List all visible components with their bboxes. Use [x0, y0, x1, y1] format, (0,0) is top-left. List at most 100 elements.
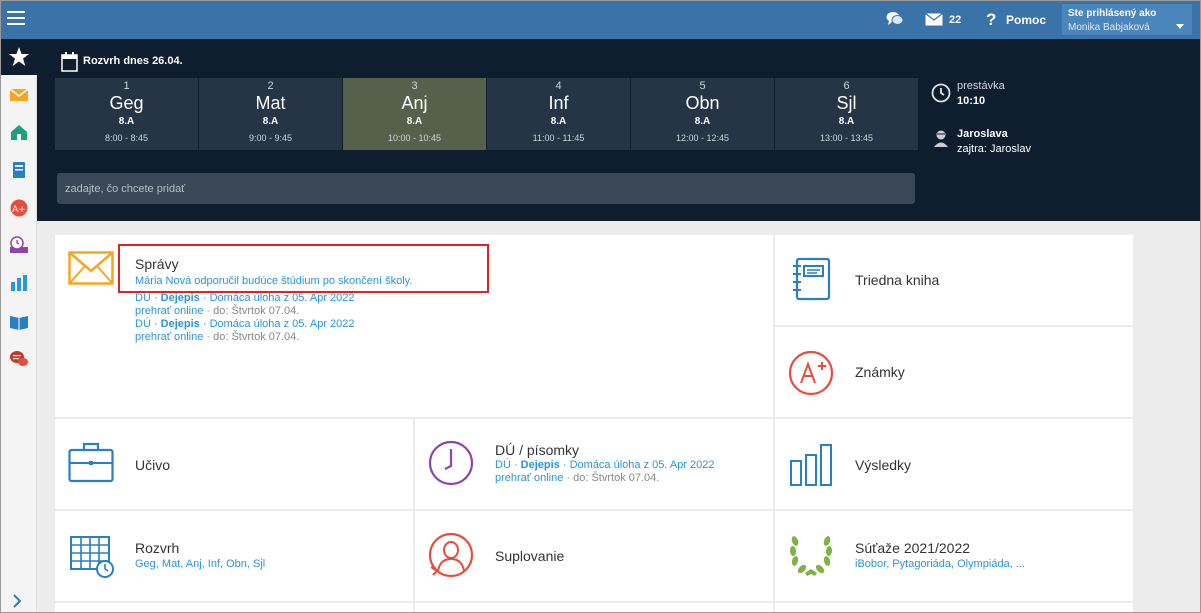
grade-icon — [788, 350, 834, 396]
calendar-icon — [61, 52, 78, 72]
homework-text: · Domáca úloha z 05. Apr 2022 — [199, 318, 355, 330]
card-subtitle: Geg, Mat, Anj, Inf, Obn, Sjl — [135, 558, 266, 570]
user-dropdown[interactable]: Ste prihlásený ako Monika Babjaková — [1062, 4, 1192, 35]
play-online-link[interactable]: prehrať online — [135, 305, 203, 317]
period-time: 8:00 - 8:45 — [104, 133, 149, 143]
sidebar-open-book-icon[interactable] — [9, 311, 29, 331]
homework-subject: Dejepis — [160, 318, 200, 330]
star-icon — [9, 47, 29, 66]
sidebar: A+ — [1, 39, 37, 612]
card-title: Známky — [855, 364, 905, 380]
clock-icon — [931, 83, 951, 103]
period-time: 12:00 - 12:45 — [675, 133, 730, 143]
period-class: 8.A — [118, 116, 135, 127]
sidebar-grades-icon[interactable]: A+ — [9, 198, 29, 218]
mail-icon[interactable] — [925, 13, 943, 26]
class-book-icon — [793, 257, 831, 301]
homework-meta: prehrať online · do: Štvrtok 07.04. — [495, 472, 715, 484]
card-title: Rozvrh — [135, 540, 180, 556]
substitution-icon — [428, 532, 474, 578]
period-subject: Obn — [685, 93, 720, 113]
homework-prefix: DÚ · — [135, 318, 161, 330]
period-time: 13:00 - 13:45 — [819, 133, 874, 143]
period-class: 8.A — [262, 116, 279, 127]
period-subject: Inf — [548, 93, 569, 113]
homework-subject: Dejepis — [520, 459, 560, 471]
sidebar-clock-icon[interactable] — [9, 235, 29, 255]
timetable-icon — [70, 536, 114, 578]
period-6[interactable]: 6 Sjl 8.A 13:00 - 13:45 — [775, 78, 918, 150]
svg-text:A+: A+ — [12, 205, 26, 215]
period-number: 2 — [267, 80, 274, 92]
card-title: DÚ / písomky — [495, 442, 580, 458]
highlight-box — [118, 244, 489, 293]
period-time: 9:00 - 9:45 — [248, 133, 293, 143]
help-icon[interactable]: ? — [986, 10, 996, 30]
homework-prefix: DÚ · — [495, 459, 521, 471]
sidebar-book-icon[interactable] — [9, 160, 29, 180]
card-vysledky[interactable]: Výsledky — [775, 419, 1133, 509]
card-sutaze[interactable]: Súťaže 2021/2022 iBobor, Pytagoriáda, Ol… — [775, 511, 1133, 601]
break-label: prestávka — [957, 80, 1005, 92]
homework-due: · do: Štvrtok 07.04. — [203, 305, 300, 317]
card-title: Výsledky — [855, 457, 912, 473]
chat-icon[interactable] — [886, 11, 904, 27]
period-5[interactable]: 5 Obn 8.A 12:00 - 12:45 — [631, 78, 774, 150]
menu-icon[interactable] — [7, 11, 25, 27]
homework-text: · Domáca úloha z 05. Apr 2022 — [199, 292, 355, 304]
chevron-right-icon[interactable] — [10, 593, 24, 609]
name-day-today: Jaroslava — [957, 128, 1008, 140]
help-link[interactable]: Pomoc — [1006, 13, 1046, 27]
period-1[interactable]: 1 Geg 8.A 8:00 - 8:45 — [55, 78, 198, 150]
card-partial — [415, 603, 773, 612]
card-partial — [55, 603, 413, 612]
homework-subject: Dejepis — [160, 292, 200, 304]
card-title: Suplovanie — [495, 548, 565, 564]
break-time: 10:10 — [957, 95, 986, 107]
card-ucivo[interactable]: Učivo — [55, 419, 413, 509]
period-2[interactable]: 2 Mat 8.A 9:00 - 9:45 — [199, 78, 342, 150]
sidebar-discussion-icon[interactable] — [9, 349, 29, 369]
sidebar-chart-icon[interactable] — [9, 273, 29, 293]
card-rozvrh[interactable]: Rozvrh Geg, Mat, Anj, Inf, Obn, Sjl — [55, 511, 413, 601]
period-4[interactable]: 4 Inf 8.A 11:00 - 11:45 — [487, 78, 630, 150]
bar-chart-icon — [790, 444, 832, 486]
schedule-title: Rozvrh dnes 26.04. — [83, 55, 183, 67]
card-spravy[interactable]: Správy Mária Nová odporučil budúce štúdi… — [55, 235, 773, 417]
card-znamky[interactable]: Známky — [775, 327, 1133, 417]
homework-item[interactable]: DÚ · Dejepis · Domáca úloha z 05. Apr 20… — [135, 318, 355, 330]
period-subject: Anj — [401, 93, 428, 113]
logged-as-label: Ste prihlásený ako — [1068, 8, 1157, 19]
homework-text: · Domáca úloha z 05. Apr 2022 — [559, 459, 715, 471]
card-title: Súťaže 2021/2022 — [855, 540, 971, 556]
add-item-input[interactable] — [57, 173, 915, 204]
message-count[interactable]: 22 — [949, 14, 961, 26]
period-number: 3 — [411, 80, 418, 92]
schedule-header: Rozvrh dnes 26.04. 1 Geg 8.A 8:00 - 8:45… — [37, 39, 1200, 221]
card-partial — [775, 603, 1133, 612]
period-number: 1 — [123, 80, 130, 92]
period-class: 8.A — [406, 116, 423, 127]
card-title: Triedna kniha — [855, 272, 940, 288]
period-number: 4 — [555, 80, 562, 92]
period-class: 8.A — [694, 116, 711, 127]
briefcase-icon — [68, 442, 114, 483]
play-online-link[interactable]: prehrať online — [495, 472, 563, 484]
homework-list: DÚ · Dejepis · Domáca úloha z 05. Apr 20… — [135, 292, 355, 343]
sidebar-item-favorites[interactable] — [1, 39, 37, 75]
card-du-pisomky[interactable]: DÚ / písomky DÚ · Dejepis · Domáca úloha… — [415, 419, 773, 509]
homework-item[interactable]: DÚ · Dejepis · Domáca úloha z 05. Apr 20… — [495, 459, 715, 471]
card-suplovanie[interactable]: Suplovanie — [415, 511, 773, 601]
card-subtitle: iBobor, Pytagoriáda, Olympiáda, ... — [855, 558, 1025, 570]
homework-due: · do: Štvrtok 07.04. — [563, 472, 660, 484]
sidebar-home-icon[interactable] — [9, 122, 29, 142]
period-subject: Sjl — [836, 93, 857, 113]
homework-item[interactable]: DÚ · Dejepis · Domáca úloha z 05. Apr 20… — [135, 292, 355, 304]
card-triedna-kniha[interactable]: Triedna kniha — [775, 235, 1133, 325]
period-time: 10:00 - 10:45 — [387, 133, 442, 143]
play-online-link[interactable]: prehrať online — [135, 331, 203, 343]
period-3-current[interactable]: 3 Anj 8.A 10:00 - 10:45 — [343, 78, 486, 150]
sidebar-mail-icon[interactable] — [9, 85, 29, 105]
homework-due: · do: Štvrtok 07.04. — [203, 331, 300, 343]
period-subject: Mat — [255, 93, 286, 113]
